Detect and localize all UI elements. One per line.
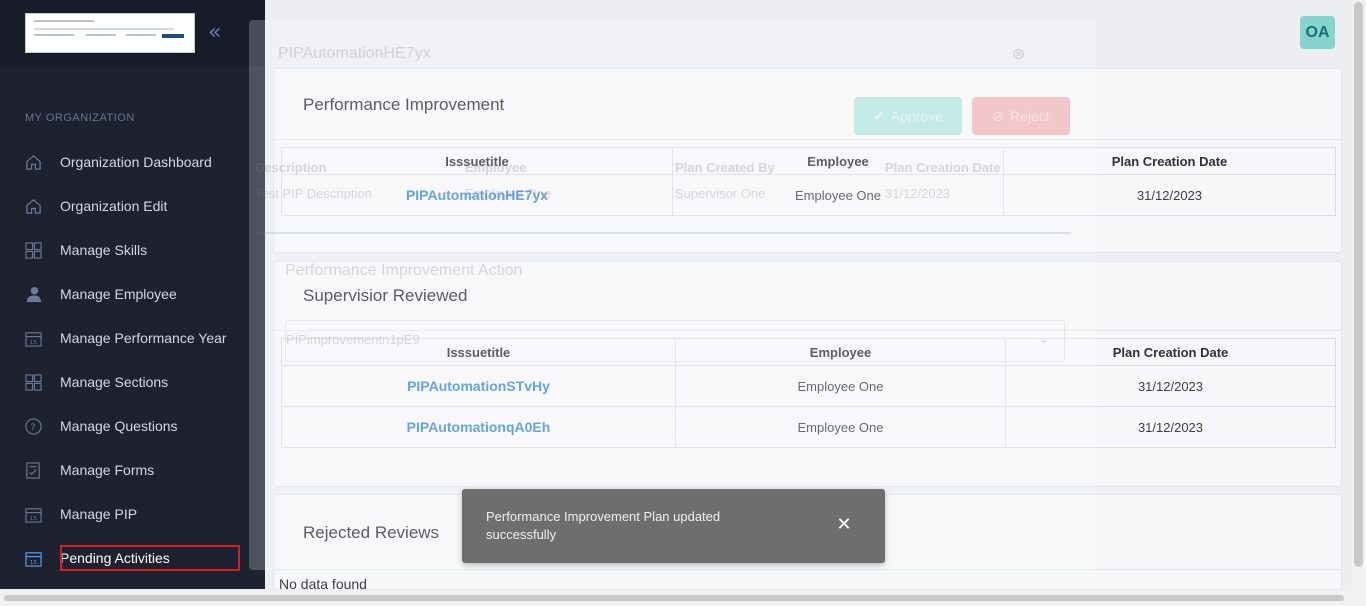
reject-label: Reject xyxy=(1010,108,1050,124)
sidebar-item-manage-pip[interactable]: 15 Manage PIP xyxy=(0,492,265,536)
vertical-scrollbar[interactable] xyxy=(1351,0,1366,606)
action-select: PIPimprovementn1pE9 ⌄ xyxy=(285,320,1065,362)
date-cell: 31/12/2023 xyxy=(885,186,951,201)
toast-notification: Performance Improvement Plan updated suc… xyxy=(462,489,885,563)
grid-icon xyxy=(25,373,42,391)
svg-text:15: 15 xyxy=(30,340,38,346)
chevron-down-icon: ⌄ xyxy=(1038,331,1049,346)
sidebar-header: « xyxy=(0,0,265,66)
horizontal-scrollbar[interactable] xyxy=(0,590,1351,606)
background-modal: PIPAutomationHE7yx ⊗ ✔ Approve ⊘ Reject … xyxy=(249,20,1097,570)
highlight-box xyxy=(60,545,240,571)
home-icon xyxy=(26,198,41,214)
calendar-icon: 15 xyxy=(25,331,42,347)
svg-text:15: 15 xyxy=(30,516,38,522)
modal-divider xyxy=(255,232,1071,234)
sidebar-item-pending-activities[interactable]: 15 Pending Activities xyxy=(0,536,265,580)
sidebar-item-manage-questions[interactable]: ? Manage Questions xyxy=(0,404,265,448)
check-icon: ✔ xyxy=(873,107,885,124)
sidebar-item-label: Organization Edit xyxy=(60,198,168,214)
sidebar-item-label: Manage PIP xyxy=(60,506,138,522)
user-icon xyxy=(26,286,42,302)
sidebar-item-label: Organization Dashboard xyxy=(60,154,212,170)
sidebar-nav: Organization Dashboard Organization Edit… xyxy=(0,140,265,580)
action-select-value: PIPimprovementn1pE9 xyxy=(286,332,420,347)
sidebar-item-label: Manage Forms xyxy=(60,462,155,478)
home-icon xyxy=(26,154,41,170)
grid-icon xyxy=(25,241,42,259)
sidebar-item-label: Manage Questions xyxy=(60,418,178,434)
reject-button: ⊘ Reject xyxy=(972,97,1070,135)
question-icon: ? xyxy=(25,417,42,435)
sidebar: « MY ORGANIZATION Organization Dashboard… xyxy=(0,0,265,589)
action-section-title: Performance Improvement Action xyxy=(285,262,523,279)
form-icon xyxy=(26,461,40,479)
svg-text:?: ? xyxy=(31,422,36,433)
organization-logo xyxy=(25,13,195,53)
sidebar-item-label: Manage Skills xyxy=(60,242,148,258)
close-icon[interactable]: ✕ xyxy=(834,514,854,535)
approve-label: Approve xyxy=(890,108,943,124)
column-header: Plan Created By xyxy=(675,160,775,175)
approve-button: ✔ Approve xyxy=(854,97,962,135)
svg-text:15: 15 xyxy=(30,560,38,566)
sidebar-item-label: Manage Performance Year xyxy=(60,330,227,346)
sidebar-item-organization-edit[interactable]: Organization Edit xyxy=(0,184,265,228)
sidebar-item-label: Manage Sections xyxy=(60,374,169,390)
column-header: Employee xyxy=(465,160,527,175)
created-by-cell: Supervisor One xyxy=(675,186,766,201)
column-header: Plan Creation Date xyxy=(885,160,1001,175)
sidebar-item-manage-forms[interactable]: Manage Forms xyxy=(0,448,265,492)
calendar-icon: 15 xyxy=(25,551,42,567)
sidebar-item-organization-dashboard[interactable]: Organization Dashboard xyxy=(0,140,265,184)
sidebar-section-title: MY ORGANIZATION xyxy=(25,112,135,124)
description-cell: Test PIP Description xyxy=(255,186,372,201)
avatar[interactable]: OA xyxy=(1300,16,1335,49)
sidebar-item-manage-performance-year[interactable]: 15 Manage Performance Year xyxy=(0,316,265,360)
close-icon: ⊗ xyxy=(1012,46,1026,63)
sidebar-item-manage-employee[interactable]: Manage Employee xyxy=(0,272,265,316)
modal-title: PIPAutomationHE7yx xyxy=(278,45,431,62)
ban-icon: ⊘ xyxy=(992,107,1005,124)
calendar-icon: 15 xyxy=(25,507,42,523)
sidebar-item-manage-skills[interactable]: Manage Skills xyxy=(0,228,265,272)
sidebar-item-manage-sections[interactable]: Manage Sections xyxy=(0,360,265,404)
sidebar-item-label: Manage Employee xyxy=(60,286,177,302)
toast-message: Performance Improvement Plan updated suc… xyxy=(486,509,721,542)
employee-cell: Employee One xyxy=(465,186,551,201)
collapse-sidebar-icon[interactable]: « xyxy=(208,20,222,45)
column-header: Description xyxy=(255,160,327,175)
